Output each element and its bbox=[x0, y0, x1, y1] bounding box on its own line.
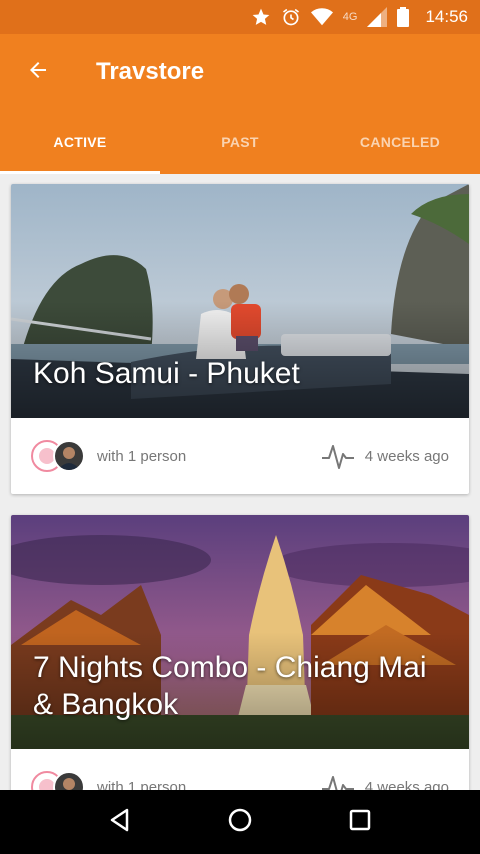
avatar bbox=[53, 771, 85, 790]
battery-icon bbox=[397, 7, 410, 27]
wifi-icon bbox=[310, 7, 333, 27]
page-title: Travstore bbox=[96, 58, 205, 85]
status-time: 14:56 bbox=[425, 7, 468, 26]
tab-bar: ACTIVE PAST CANCELED bbox=[0, 110, 480, 174]
activity-pulse-icon bbox=[321, 772, 357, 790]
system-nav-bar bbox=[0, 790, 480, 854]
trip-list: Koh Samui - Phuket with 1 person 4 weeks… bbox=[0, 174, 480, 790]
trip-title: 7 Nights Combo - Chiang Mai & Bangkok bbox=[33, 651, 427, 721]
nav-back-button[interactable] bbox=[90, 792, 150, 852]
tab-active[interactable]: ACTIVE bbox=[0, 110, 160, 174]
companion-avatars bbox=[31, 770, 89, 790]
signal-icon bbox=[367, 7, 388, 27]
home-circle-icon bbox=[227, 807, 253, 838]
recents-square-icon bbox=[348, 808, 372, 837]
back-button[interactable] bbox=[0, 34, 76, 110]
companions-label: with 1 person bbox=[97, 778, 187, 791]
updated-time: 4 weeks ago bbox=[364, 447, 449, 465]
alarm-icon bbox=[281, 7, 301, 27]
trip-footer: with 1 person 4 weeks ago bbox=[11, 418, 469, 494]
nav-home-button[interactable] bbox=[210, 792, 270, 852]
status-bar: 4G 14:56 bbox=[0, 0, 480, 34]
trip-photo: 7 Nights Combo - Chiang Mai & Bangkok bbox=[11, 515, 469, 749]
trip-footer: with 1 person 4 weeks ago bbox=[11, 749, 469, 790]
tab-canceled[interactable]: CANCELED bbox=[320, 110, 480, 174]
nav-recents-button[interactable] bbox=[330, 792, 390, 852]
updated-time: 4 weeks ago bbox=[364, 778, 449, 791]
companions-label: with 1 person bbox=[97, 447, 187, 465]
arrow-back-icon bbox=[26, 58, 50, 87]
star-icon bbox=[251, 7, 271, 27]
activity-pulse-icon bbox=[321, 441, 357, 471]
back-triangle-icon bbox=[107, 807, 133, 838]
tab-past[interactable]: PAST bbox=[160, 110, 320, 174]
trip-title: Koh Samui - Phuket bbox=[33, 357, 300, 390]
trip-card[interactable]: 7 Nights Combo - Chiang Mai & Bangkok wi… bbox=[11, 515, 469, 790]
avatar bbox=[53, 440, 85, 472]
companion-avatars bbox=[31, 439, 89, 473]
network-type: 4G bbox=[342, 11, 358, 23]
trip-card[interactable]: Koh Samui - Phuket with 1 person 4 weeks… bbox=[11, 184, 469, 494]
app-bar: Travstore bbox=[0, 34, 480, 110]
trip-photo: Koh Samui - Phuket bbox=[11, 184, 469, 418]
